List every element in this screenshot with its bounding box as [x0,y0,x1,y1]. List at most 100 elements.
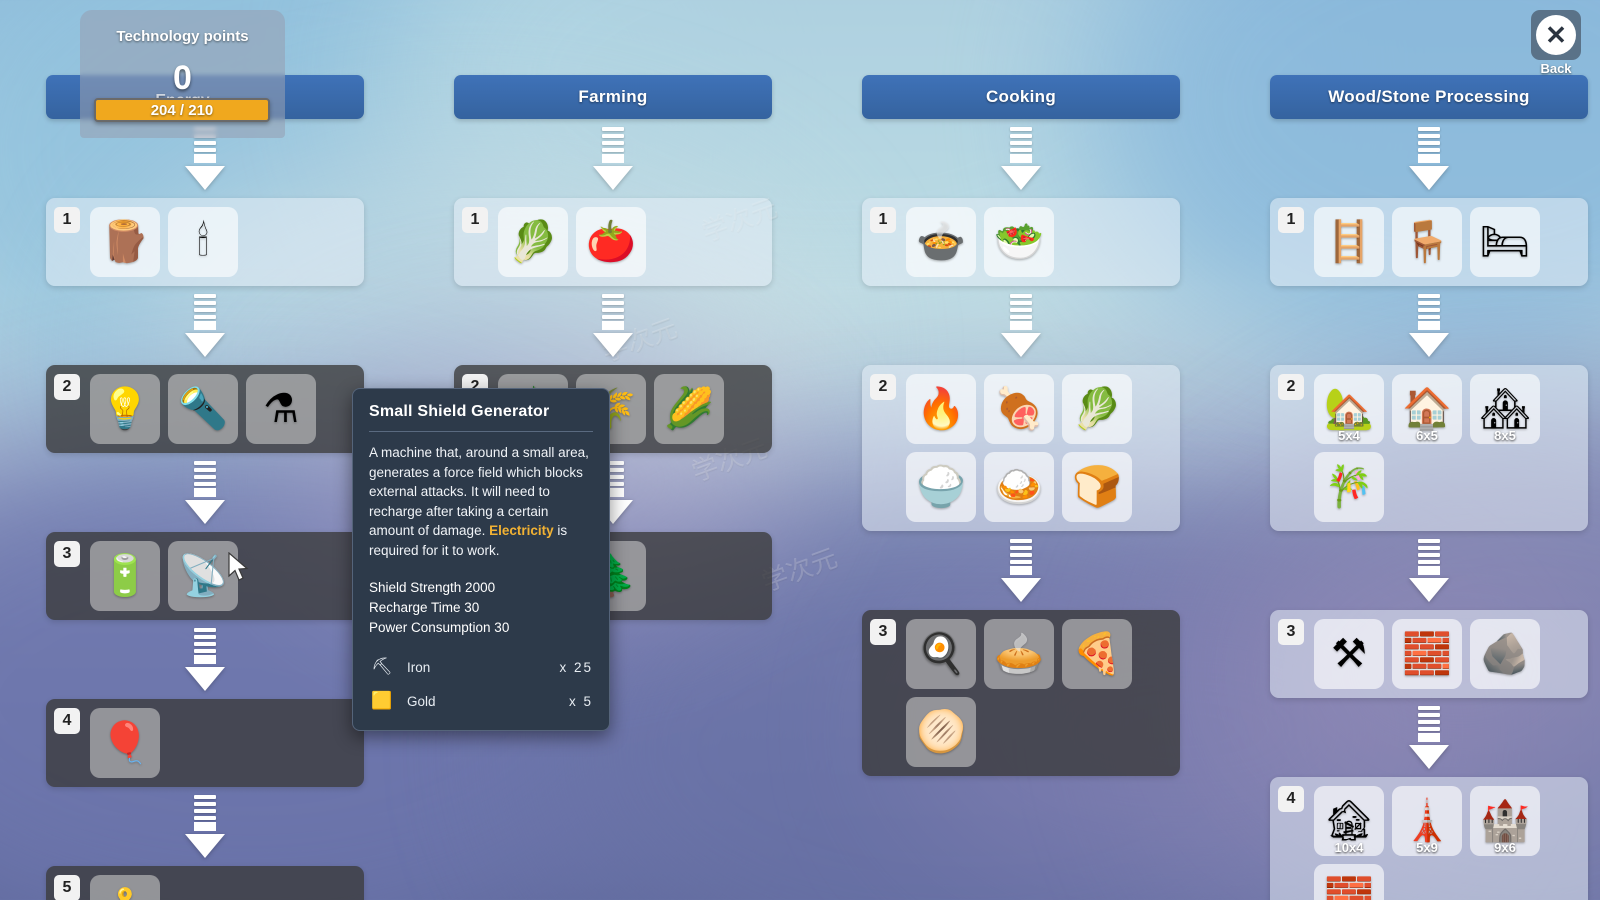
tier-panel: 1 🪵 🕯 [46,198,364,286]
salad-bowl-icon: 🥗 [994,220,1044,264]
bread-loaf-icon: 🍞 [1072,465,1122,509]
tech-item-wood-torch-stand[interactable]: 🕯 [168,207,238,277]
tech-item-mushroom-plate[interactable]: 🍚 [906,452,976,522]
tech-item-stone-manor[interactable]: 🏰 9x6 [1470,786,1540,856]
veggie-pizza-icon: 🫓 [916,710,966,754]
cabbage-dish-icon: 🥬 [1072,387,1122,431]
tier-panel: 1 🥬 🍅 [454,198,772,286]
tech-item-pepperoni-pizza[interactable]: 🍕 [1062,619,1132,689]
tier-number: 1 [462,207,488,233]
generator-dome-icon: ⚗ [263,387,299,431]
tech-item-bread-loaf[interactable]: 🍞 [1062,452,1132,522]
tooltip-cost-row: 🟨 Gold x 5 [369,684,593,718]
tech-item-lattice-pie[interactable]: 🥧 [984,619,1054,689]
gold-bars-icon: 🟨 [371,691,393,710]
tech-item-tomato[interactable]: 🍅 [576,207,646,277]
tech-item-house-large[interactable]: 🏘 8x5 [1470,374,1540,444]
pipe-lamp-icon: 🔦 [178,387,228,431]
tech-item-generator-dome[interactable]: ⚗ [246,374,316,444]
tier-number: 3 [54,541,80,567]
tier-number: 2 [1278,374,1304,400]
close-icon: ✕ [1536,15,1576,55]
tech-item-stuffed-tomato[interactable]: 🍛 [984,452,1054,522]
pepperoni-pizza-icon: 🍕 [1072,632,1122,676]
item-size-label: 6x5 [1416,428,1438,443]
column-header[interactable]: Wood/Stone Processing [1270,75,1588,119]
back-button-label: Back [1540,61,1572,76]
tech-item-pipe-lamp[interactable]: 🔦 [168,374,238,444]
wooden-pedestal-icon: 🪑 [1402,220,1452,264]
tech-item-wooden-frame[interactable]: 🛏 [1470,207,1540,277]
tier-connector-arrow [862,294,1180,357]
tier-panel: 5🪝 [46,866,364,900]
back-button-box[interactable]: ✕ [1531,10,1581,60]
column-header[interactable]: Farming [454,75,772,119]
wood-torch-stand-icon: 🕯 [197,220,209,264]
tech-item-stone-fire-pit[interactable]: 🔥 [906,374,976,444]
tech-item-cauldron[interactable]: 🍲 [906,207,976,277]
wood-log-icon: 🪵 [100,220,150,264]
mouse-cursor [228,552,249,581]
tech-item-wood-log[interactable]: 🪵 [90,207,160,277]
tier-panel: 3 🍳 🥧 🍕 🫓 [862,610,1180,776]
tech-item-house-medium[interactable]: 🏠 6x5 [1392,374,1462,444]
stone-fire-pit-icon: 🔥 [916,387,966,431]
tech-item-corn[interactable]: 🌽 [654,374,724,444]
tier-number: 3 [1278,619,1304,645]
wooden-frame-icon: 🛏 [1479,220,1531,264]
tier-number: 4 [1278,786,1304,812]
tech-item-cabbage-dish[interactable]: 🥬 [1062,374,1132,444]
tech-item-hot-air-balloon[interactable]: 🎈 [90,708,160,778]
cost-name: Gold [407,693,436,709]
technology-points-title: Technology points [116,28,249,45]
lamp-post-icon: 💡 [100,387,150,431]
tech-item-kitchen-counter[interactable]: 🍳 [906,619,976,689]
tech-item-stone-cottage[interactable]: 🏚 10x4 [1314,786,1384,856]
mushroom-plate-icon: 🍚 [916,465,966,509]
tech-item-veggie-pizza[interactable]: 🫓 [906,697,976,767]
tooltip-description: A machine that, around a small area, gen… [369,443,593,560]
tier-panel: 3 ⚒ 🧱 🪨 [1270,610,1588,698]
tech-item-crane-hook[interactable]: 🪝 [90,875,160,900]
tier-connector-arrow [46,628,364,691]
power-cell-icon: 🔋 [100,554,150,598]
tech-item-lamp-post[interactable]: 💡 [90,374,160,444]
tech-item-stone-tower[interactable]: 🗼 5x9 [1392,786,1462,856]
tech-item-stone-block[interactable]: 🧱 [1392,619,1462,689]
tier-number: 4 [54,708,80,734]
tomato-icon: 🍅 [586,220,636,264]
tech-item-wooden-pedestal[interactable]: 🪑 [1392,207,1462,277]
tooltip-stat-line: Recharge Time 30 [369,600,480,615]
tech-item-log-bundle[interactable]: 🎋 [1314,452,1384,522]
coal-chunks-icon: 🪨 [1480,632,1530,676]
stuffed-tomato-icon: 🍛 [994,465,1044,509]
tier-panel: 4 🎈 [46,699,364,787]
tech-item-stone-anvil[interactable]: ⚒ [1314,619,1384,689]
tier-connector-arrow [862,127,1180,190]
tech-item-house-small[interactable]: 🏡 5x4 [1314,374,1384,444]
tooltip-stats: Shield Strength 2000 Recharge Time 30 Powe… [369,578,593,638]
tech-item-wooden-ladder[interactable]: 🪜 [1314,207,1384,277]
stone-anvil-icon: ⚒ [1331,632,1367,676]
column-header[interactable]: Cooking [862,75,1180,119]
roast-meat-icon: 🍖 [994,387,1044,431]
tooltip-divider [369,431,593,432]
tooltip-title: Small Shield Generator [369,403,550,420]
tier-connector-arrow [1270,706,1588,769]
tier-connector-arrow [46,795,364,858]
tech-item-roast-meat[interactable]: 🍖 [984,374,1054,444]
back-button[interactable]: ✕ Back [1528,10,1584,76]
tier-connector-arrow [1270,294,1588,357]
cabbage-icon: 🥬 [508,220,558,264]
tech-item-salad-bowl[interactable]: 🥗 [984,207,1054,277]
tier-connector-arrow [454,294,772,357]
tier-panel: 4 🏚 10x4 🗼 5x9 🏰 9x6 🧱 [1270,777,1588,900]
tier-number: 1 [870,207,896,233]
lattice-pie-icon: 🥧 [994,632,1044,676]
tech-item-coal-chunks[interactable]: 🪨 [1470,619,1540,689]
tech-item-stone-wall[interactable]: 🧱 [1314,864,1384,900]
tech-item-power-cell[interactable]: 🔋 [90,541,160,611]
corn-icon: 🌽 [664,387,714,431]
tier-number: 1 [1278,207,1304,233]
tech-item-cabbage[interactable]: 🥬 [498,207,568,277]
